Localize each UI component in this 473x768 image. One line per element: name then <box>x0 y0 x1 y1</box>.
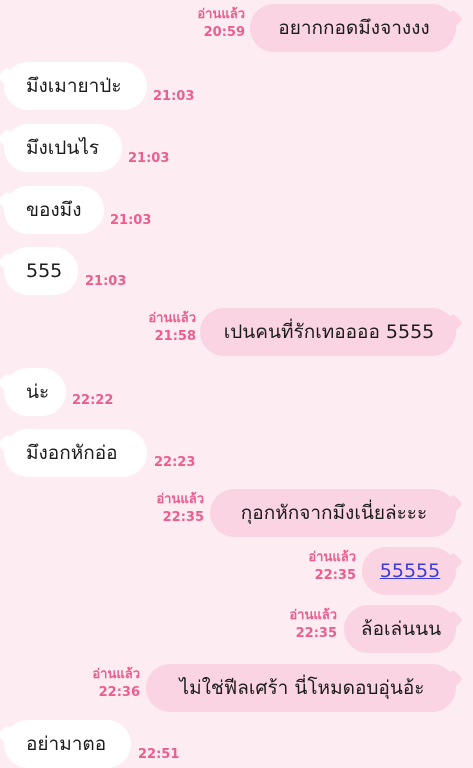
message-text: อยากกอดมึงจางงง <box>278 17 430 39</box>
message-meta: อ่านแล้ว 22:35 <box>289 607 337 643</box>
message-meta: อ่านแล้ว 22:35 <box>156 491 204 527</box>
timestamp: 21:03 <box>85 274 127 289</box>
message-text: มึงอกหักอ่อ <box>26 442 118 464</box>
timestamp: 20:59 <box>203 25 245 40</box>
message-link[interactable]: 55555 <box>380 560 440 582</box>
read-receipt: อ่านแล้ว <box>156 492 204 507</box>
timestamp: 21:03 <box>153 89 195 104</box>
message-bubble-incoming[interactable]: อย่ามาตอ <box>4 720 131 768</box>
message-meta: อ่านแล้ว 20:59 <box>197 6 245 42</box>
message-bubble-incoming[interactable]: 555 <box>4 247 78 295</box>
message-bubble-outgoing[interactable]: ไม่ใช่ฟีลเศร้า นี่โหมดอบอุ่นอ้ะ <box>146 664 456 712</box>
message-bubble-incoming[interactable]: ของมึง <box>4 186 104 234</box>
message-text: กุอกหักจากมึงเนี่ยล่ะะะ <box>240 502 428 524</box>
read-receipt: อ่านแล้ว <box>308 550 356 565</box>
message-text: ไม่ใช่ฟีลเศร้า นี่โหมดอบอุ่นอ้ะ <box>179 677 425 699</box>
read-receipt: อ่านแล้ว <box>197 7 245 22</box>
timestamp: 22:35 <box>314 568 356 583</box>
message-meta: อ่านแล้ว 22:35 <box>308 549 356 585</box>
timestamp: 22:35 <box>295 626 337 641</box>
message-text: ล้อเล่นนน <box>360 618 442 640</box>
read-receipt: อ่านแล้ว <box>92 667 140 682</box>
timestamp: 22:36 <box>98 685 140 700</box>
timestamp: 22:22 <box>72 393 114 408</box>
message-text: ของมึง <box>26 199 82 221</box>
message-bubble-incoming[interactable]: มึงเปนไร <box>4 124 122 172</box>
message-meta: อ่านแล้ว 21:58 <box>148 310 196 346</box>
message-bubble-incoming[interactable]: มึงเมายาป่ะ <box>4 62 147 110</box>
message-text: 555 <box>26 260 63 282</box>
message-bubble-incoming[interactable]: มึงอกหักอ่อ <box>4 429 147 477</box>
message-bubble-outgoing[interactable]: อยากกอดมึงจางงง <box>250 4 456 52</box>
read-receipt: อ่านแล้ว <box>289 608 337 623</box>
message-text: มึงเปนไร <box>26 137 100 159</box>
message-text: น่ะ <box>26 381 50 403</box>
message-meta: อ่านแล้ว 22:36 <box>92 666 140 702</box>
message-text: เปนคนที่รักเทออออ 5555 <box>223 321 435 343</box>
message-text: อย่ามาตอ <box>26 733 107 755</box>
timestamp: 21:03 <box>110 213 152 228</box>
timestamp: 21:03 <box>128 151 170 166</box>
message-bubble-outgoing[interactable]: กุอกหักจากมึงเนี่ยล่ะะะ <box>210 489 456 537</box>
message-bubble-outgoing[interactable]: ล้อเล่นนน <box>344 605 456 653</box>
timestamp: 21:58 <box>154 329 196 344</box>
message-bubble-outgoing[interactable]: 55555 <box>362 547 456 595</box>
message-bubble-incoming[interactable]: น่ะ <box>4 368 66 416</box>
timestamp: 22:23 <box>154 455 196 470</box>
read-receipt: อ่านแล้ว <box>148 311 196 326</box>
message-text: มึงเมายาป่ะ <box>26 75 122 97</box>
message-bubble-outgoing[interactable]: เปนคนที่รักเทออออ 5555 <box>200 308 456 356</box>
timestamp: 22:35 <box>162 510 204 525</box>
timestamp: 22:51 <box>138 747 180 762</box>
